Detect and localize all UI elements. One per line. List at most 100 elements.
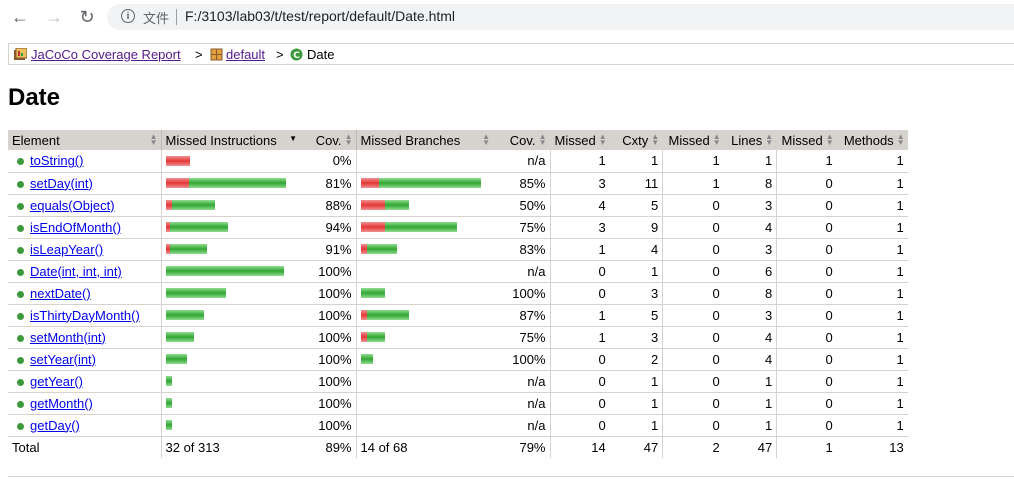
- method-link[interactable]: getYear(): [30, 374, 83, 389]
- header-missed-branches[interactable]: Missed Branches ▲ ▼: [355, 130, 493, 150]
- cxty: 1: [609, 150, 663, 173]
- branches-bar: [360, 354, 373, 365]
- sort-icon: ▲ ▼: [482, 132, 490, 147]
- cxty: 1: [609, 370, 663, 393]
- forward-arrow-icon[interactable]: →: [44, 7, 64, 27]
- lines: 4: [723, 348, 777, 371]
- method-icon: [17, 422, 24, 430]
- missed-cxty: 0: [549, 282, 610, 305]
- method-link[interactable]: Date(int, int, int): [30, 264, 122, 279]
- branches-missed-segment: [360, 178, 379, 189]
- method-icon: [17, 158, 24, 165]
- header-element[interactable]: Element ▲ ▼: [8, 130, 161, 150]
- header-missed-methods[interactable]: Missed ▲ ▼: [776, 130, 837, 150]
- protocol-label: 文件: [143, 11, 170, 26]
- cxty: 1: [609, 414, 663, 437]
- missed-lines: 0: [662, 282, 724, 305]
- missed-lines: 0: [662, 414, 724, 437]
- header-missed-lines[interactable]: Missed ▲ ▼: [662, 130, 724, 150]
- element-cell: getDay(): [8, 414, 161, 437]
- methods: 1: [836, 216, 908, 239]
- method-link[interactable]: getMonth(): [30, 396, 93, 411]
- missed-methods: 0: [776, 370, 837, 393]
- instructions-cell: [160, 392, 300, 415]
- method-link[interactable]: isEndOfMonth(): [30, 220, 121, 235]
- instr-cov: 100%: [300, 304, 356, 327]
- cxty: 5: [609, 304, 663, 327]
- header-missed-cxty[interactable]: Missed ▲ ▼: [549, 130, 610, 150]
- element-cell: setYear(int): [8, 348, 161, 371]
- sort-icon: ▲ ▼: [344, 132, 353, 147]
- branch-cov: 100%: [493, 282, 550, 305]
- instructions-covered-segment: [171, 200, 215, 211]
- method-icon: [17, 400, 24, 408]
- instructions-bar: [165, 376, 172, 387]
- cxty: 9: [609, 216, 663, 239]
- table-row: setYear(int) 100% 100% 0 2 0 4 0 1: [8, 348, 908, 371]
- url-text[interactable]: F:/3103/lab03/t/test/report/default/Date…: [185, 8, 455, 24]
- header-lines[interactable]: Lines ▲ ▼: [723, 130, 777, 150]
- method-link[interactable]: nextDate(): [30, 286, 91, 301]
- header-cxty[interactable]: Cxty ▲ ▼: [609, 130, 663, 150]
- breadcrumb-package-link[interactable]: default: [226, 47, 265, 62]
- total-missed-lines: 2: [662, 436, 724, 458]
- header-missed-instructions[interactable]: Missed Instructions ▼: [160, 130, 300, 150]
- back-arrow-icon[interactable]: ←: [10, 7, 30, 27]
- reload-icon[interactable]: ↻: [77, 7, 97, 27]
- table-row: setMonth(int) 100% 75% 1 3 0 4 0 1: [8, 326, 908, 349]
- branches-bar: [360, 244, 397, 255]
- method-link[interactable]: setMonth(int): [30, 330, 106, 345]
- methods: 1: [836, 194, 908, 217]
- method-link[interactable]: isLeapYear(): [30, 242, 103, 257]
- method-link[interactable]: equals(Object): [30, 198, 115, 213]
- element-cell: Date(int, int, int): [8, 260, 161, 283]
- element-cell: nextDate(): [8, 282, 161, 305]
- branch-cov: 50%: [493, 194, 550, 217]
- lines: 6: [723, 260, 777, 283]
- instructions-cell: [160, 172, 300, 195]
- method-icon: [17, 290, 24, 298]
- sort-icon: ▲ ▼: [149, 132, 158, 147]
- breadcrumb: JaCoCo Coverage Report > default > C Dat…: [8, 43, 1014, 65]
- branches-cell: [355, 348, 493, 371]
- branches-missed-segment: [360, 222, 385, 233]
- method-icon: [17, 246, 24, 254]
- page-title: Date: [8, 84, 61, 111]
- instr-cov: 91%: [300, 238, 356, 261]
- table-row: toString() 0% n/a 1 1 1 1 1 1: [8, 150, 908, 173]
- instructions-cell: [160, 370, 300, 393]
- instr-cov: 100%: [300, 392, 356, 415]
- branches-cell: [355, 260, 493, 283]
- branches-cell: [355, 150, 493, 173]
- missed-cxty: 1: [549, 150, 610, 173]
- method-link[interactable]: setDay(int): [30, 176, 93, 191]
- lines: 3: [723, 194, 777, 217]
- cxty: 4: [609, 238, 663, 261]
- address-separator: [176, 9, 177, 25]
- instr-cov: 81%: [300, 172, 356, 195]
- address-bar[interactable]: i 文件 F:/3103/lab03/t/test/report/default…: [107, 4, 1014, 30]
- info-icon[interactable]: i: [121, 9, 135, 23]
- instr-cov: 100%: [300, 414, 356, 437]
- missed-cxty: 3: [549, 172, 610, 195]
- method-link[interactable]: toString(): [30, 153, 83, 168]
- element-cell: equals(Object): [8, 194, 161, 217]
- total-branches: 14 of 68: [355, 436, 493, 458]
- breadcrumb-report-link[interactable]: JaCoCo Coverage Report: [31, 47, 181, 62]
- lines: 4: [723, 326, 777, 349]
- header-branch-cov[interactable]: Cov. ▲ ▼: [493, 130, 550, 150]
- footer-divider: [8, 476, 1014, 477]
- cxty: 1: [609, 260, 663, 283]
- total-lines: 47: [757, 439, 773, 455]
- method-link[interactable]: isThirtyDayMonth(): [30, 308, 140, 323]
- header-methods[interactable]: Methods ▲ ▼: [836, 130, 908, 150]
- header-instr-cov[interactable]: Cov. ▲ ▼: [300, 130, 356, 150]
- instructions-cell: [160, 260, 300, 283]
- method-link[interactable]: setYear(int): [30, 352, 96, 367]
- instructions-cell: [160, 238, 300, 261]
- instructions-missed-segment: [165, 178, 189, 189]
- lines: 1: [723, 414, 777, 437]
- instructions-cell: [160, 282, 300, 305]
- method-link[interactable]: getDay(): [30, 418, 80, 433]
- methods: 1: [836, 326, 908, 349]
